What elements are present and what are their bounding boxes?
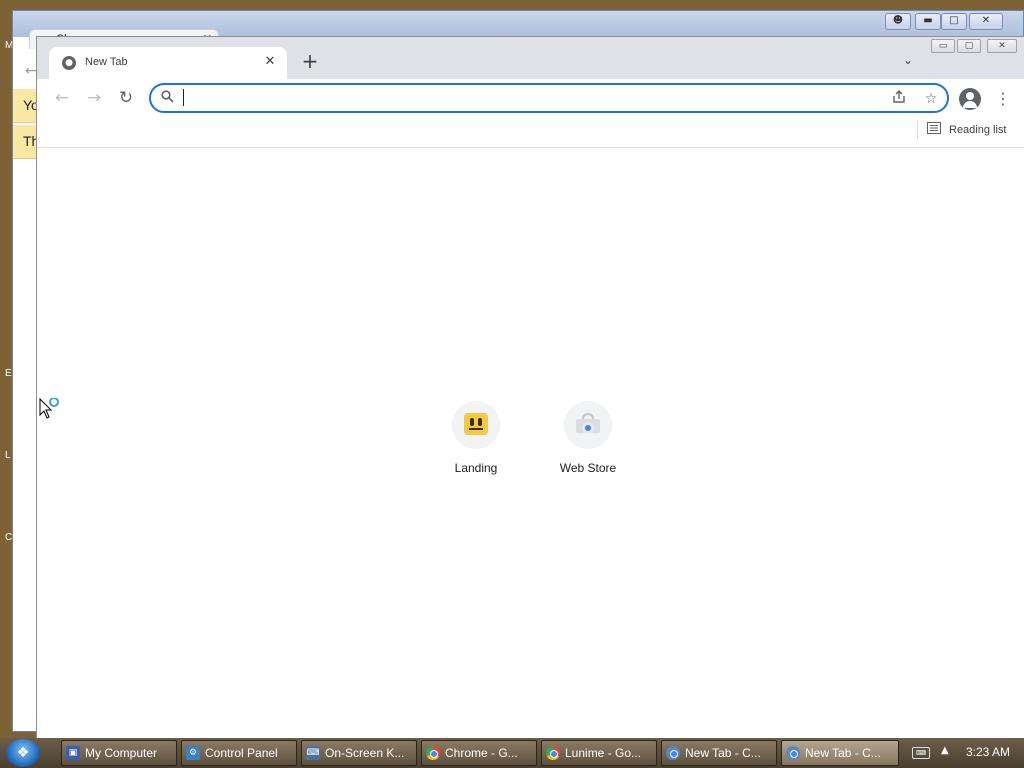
taskbar-item-label: Control Panel [205,746,278,760]
browser-window: ▭ ▢ ✕ ● New Tab ✕ + ⌄ ← → ↻ ☆ ⋮ Reading … [36,36,1024,739]
reload-button[interactable]: ↻ [115,88,137,110]
desktop-icon-label[interactable]: L [5,450,11,461]
keyboard-icon: ⌨ [306,746,320,760]
taskbar-item-label: Chrome - G... [445,746,518,760]
chrome-icon [546,746,560,760]
taskbar-item-on-screen-keyboard[interactable]: ⌨ On-Screen K... [301,740,417,766]
landing-face-icon [464,413,488,435]
back-button[interactable]: ← [51,88,73,110]
shortcut-label: Web Store [559,461,617,475]
omnibox[interactable]: ☆ [149,83,949,113]
maximize-button[interactable]: ▢ [957,39,981,53]
shortcut-tile [564,401,612,449]
back-arrow-icon[interactable]: ← [25,63,37,79]
tab-title: New Tab [85,56,128,68]
taskbar-item-label: New Tab - C... [805,746,881,760]
taskbar-clock[interactable]: 3:23 AM [966,745,1010,759]
text-caret [183,89,184,106]
close-button[interactable]: ✕ [969,13,1003,30]
search-icon [161,90,174,107]
mouse-pointer-busy-icon [39,397,65,422]
shortcut-tile [452,401,500,449]
shortcut-label: Landing [454,461,498,475]
keyboard-tray-icon[interactable]: ⌨ [912,747,930,759]
tab-search-chevron-icon[interactable]: ⌄ [899,53,917,71]
toolbar: ← → ↻ ☆ ⋮ [37,79,1024,117]
tab-strip[interactable]: ▭ ▢ ✕ ● New Tab ✕ + ⌄ [37,37,1024,79]
user-switch-button[interactable]: ☻ [885,13,911,30]
new-tab-button[interactable]: + [299,51,321,73]
shortcut-landing[interactable]: Landing [420,401,532,513]
bookmark-star-icon[interactable]: ☆ [921,89,941,109]
taskbar-item-label: New Tab - C... [685,746,761,760]
computer-icon: ▣ [66,746,80,760]
address-input[interactable] [183,89,873,107]
chrome-icon [666,746,680,760]
chrome-icon [786,746,800,760]
divider [917,121,918,139]
profile-avatar-icon[interactable] [959,88,981,110]
reading-list-label: Reading list [949,124,1007,136]
control-panel-icon: ⚙ [186,746,200,760]
new-tab-page: Landing Web Store [37,149,1024,739]
taskbar-item-label: Lunime - Go... [565,746,642,760]
reading-list-button[interactable]: Reading list [927,121,1006,139]
start-button[interactable]: ❖ [6,739,40,767]
taskbar-item-chrome[interactable]: Chrome - G... [421,740,537,766]
chrome-icon [426,746,440,760]
share-icon[interactable] [889,89,909,109]
globe-icon: ● [62,56,76,70]
desktop-icon-label[interactable]: E [5,368,12,379]
bookmarks-bar: Reading list [37,117,1024,148]
desktop: M E L C [0,0,13,738]
taskbar-item-label: My Computer [85,746,158,760]
tab-close-icon[interactable]: ✕ [261,53,279,71]
maximize-button[interactable]: □ [941,13,967,30]
reading-list-icon [927,122,941,138]
tray-expand-arrow-icon[interactable]: ▲ [941,745,949,756]
taskbar-item-my-computer[interactable]: ▣ My Computer [61,740,177,766]
kebab-menu-icon[interactable]: ⋮ [993,88,1013,110]
close-button[interactable]: ✕ [987,39,1017,53]
forward-button[interactable]: → [83,88,105,110]
taskbar-item-label: On-Screen K... [325,746,405,760]
taskbar: ❖ ▣ My Computer ⚙ Control Panel ⌨ On-Scr… [0,738,1024,768]
taskbar-item-control-panel[interactable]: ⚙ Control Panel [181,740,297,766]
minimize-button[interactable]: ▬ [915,13,941,30]
minimize-button[interactable]: ▭ [931,39,955,53]
tab-new-tab[interactable]: ● New Tab ✕ [49,47,287,79]
taskbar-item-new-tab-active[interactable]: New Tab - C... [781,740,899,766]
taskbar-item-lunime[interactable]: Lunime - Go... [541,740,657,766]
taskbar-item-new-tab[interactable]: New Tab - C... [661,740,777,766]
shortcut-web-store[interactable]: Web Store [532,401,644,513]
web-store-icon [576,413,600,435]
